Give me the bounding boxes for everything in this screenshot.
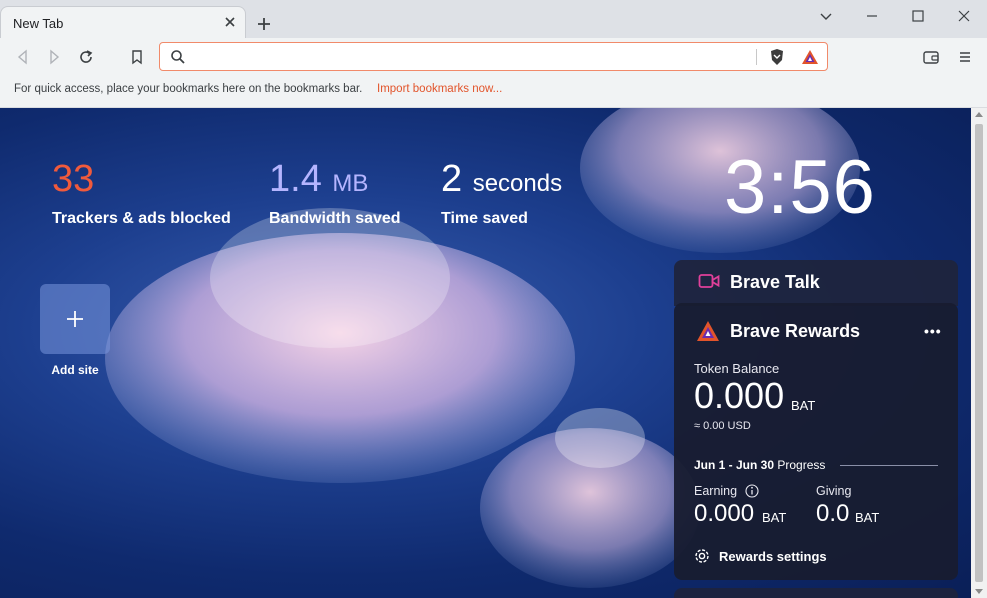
- earning-unit: BAT: [762, 510, 787, 525]
- bandwidth-value: 1.4: [269, 158, 322, 200]
- new-tab-page: 33 Trackers & ads blocked 1.4 MB Bandwid…: [0, 108, 971, 598]
- progress-divider: [840, 465, 938, 466]
- address-bar[interactable]: [159, 42, 828, 71]
- video-camera-icon: [698, 274, 720, 288]
- time-value: 2: [441, 158, 463, 200]
- brave-shields-icon[interactable]: [767, 47, 787, 67]
- brave-talk-title: Brave Talk: [730, 272, 820, 292]
- time-label: Time saved: [441, 210, 528, 227]
- earning-label: Earning: [694, 484, 738, 498]
- progress-label: Progress: [777, 458, 826, 472]
- token-balance-value: 0.000: [694, 375, 785, 416]
- wallet-icon[interactable]: [922, 48, 940, 66]
- scroll-up-arrow-icon[interactable]: [975, 112, 983, 117]
- next-widget-card[interactable]: [674, 588, 958, 598]
- menu-icon[interactable]: [956, 48, 974, 66]
- brave-talk-card[interactable]: Brave Talk: [674, 260, 958, 306]
- title-bar: New Tab: [0, 0, 987, 38]
- rewards-settings-label: Rewards settings: [719, 549, 827, 564]
- usd-estimate: ≈ 0.00 USD: [694, 420, 751, 432]
- close-tab-icon[interactable]: [223, 15, 237, 29]
- gear-icon: [695, 549, 709, 563]
- plus-icon: [67, 311, 83, 327]
- token-balance-unit: BAT: [791, 398, 816, 413]
- tab-title: New Tab: [13, 16, 64, 31]
- earning-value: 0.000: [694, 500, 755, 527]
- tab-new-tab[interactable]: New Tab: [0, 6, 246, 38]
- period-dates: Jun 1 - Jun 30: [694, 458, 775, 472]
- maximize-icon[interactable]: [908, 6, 928, 26]
- reload-icon[interactable]: [77, 48, 95, 66]
- rewards-title: Brave Rewards: [730, 321, 861, 341]
- bookmarks-hint: For quick access, place your bookmarks h…: [14, 83, 363, 95]
- bookmark-icon[interactable]: [128, 48, 146, 66]
- scroll-down-arrow-icon[interactable]: [975, 589, 983, 594]
- trackers-stat: 33 Trackers & ads blocked: [52, 160, 231, 228]
- import-bookmarks-link[interactable]: Import bookmarks now...: [377, 83, 502, 95]
- trackers-count: 33: [52, 158, 95, 200]
- bookmarks-bar: For quick access, place your bookmarks h…: [0, 76, 987, 108]
- toolbar: [0, 38, 987, 76]
- add-site-label: Add site: [51, 363, 99, 377]
- omnibox-divider: [756, 49, 757, 65]
- search-icon: [171, 50, 185, 64]
- close-window-icon[interactable]: [954, 6, 974, 26]
- clock: 3:56: [724, 145, 876, 230]
- new-tab-icon[interactable]: [254, 14, 274, 34]
- time-stat: 2 seconds Time saved: [441, 160, 562, 228]
- giving-label: Giving: [816, 484, 852, 498]
- back-icon[interactable]: [14, 48, 32, 66]
- bandwidth-label: Bandwidth saved: [269, 210, 401, 227]
- trackers-label: Trackers & ads blocked: [52, 210, 231, 227]
- tab-search-chevron-icon[interactable]: [816, 6, 836, 26]
- forward-icon[interactable]: [45, 48, 63, 66]
- minimize-icon[interactable]: [862, 6, 882, 26]
- scrollbar-thumb[interactable]: [975, 124, 983, 582]
- info-icon[interactable]: [745, 484, 759, 498]
- bat-logo-icon: [697, 321, 719, 341]
- brave-rewards-card: Brave Rewards ••• Token Balance 0.000 BA…: [674, 303, 958, 580]
- token-balance-label: Token Balance: [694, 361, 780, 376]
- giving-unit: BAT: [855, 510, 880, 525]
- progress-period: Jun 1 - Jun 30 Progress: [694, 458, 825, 472]
- bandwidth-unit: MB: [332, 170, 369, 197]
- page-scrollbar[interactable]: [971, 108, 987, 598]
- bandwidth-stat: 1.4 MB Bandwidth saved: [269, 160, 401, 228]
- add-site-button[interactable]: [40, 284, 110, 354]
- giving-value: 0.0: [816, 500, 850, 527]
- brave-rewards-icon[interactable]: [800, 47, 820, 67]
- time-unit: seconds: [472, 170, 563, 197]
- more-options-icon[interactable]: •••: [924, 323, 942, 339]
